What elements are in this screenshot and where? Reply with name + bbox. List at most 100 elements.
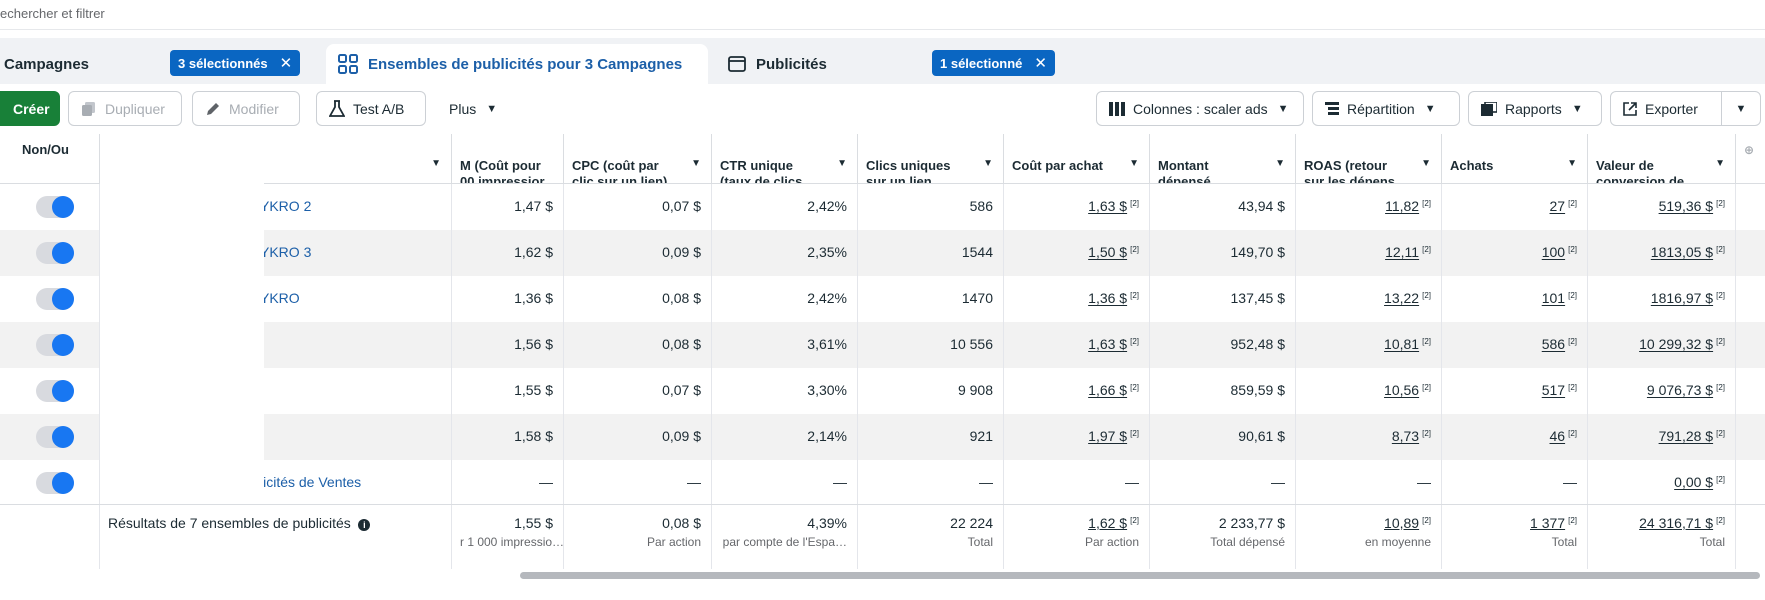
cpa-value[interactable]: 1,63 $ — [1088, 198, 1127, 214]
col-header-spent[interactable]: Montant dépensé ▼ — [1150, 134, 1296, 184]
footnote-mark: [2] — [1130, 291, 1139, 300]
on-off-toggle[interactable] — [36, 426, 74, 448]
value-value[interactable]: 0,00 $ — [1674, 474, 1713, 490]
horizontal-scrollbar[interactable] — [520, 572, 1760, 579]
value-value[interactable]: 9 076,73 $ — [1647, 382, 1713, 398]
totals-empty-cell — [0, 505, 100, 569]
col-header-cpa[interactable]: Coût par achat ▼ — [1004, 134, 1150, 184]
totals-cpc-value: 0,08 $ — [662, 515, 701, 531]
footnote-mark: [2] — [1568, 291, 1577, 300]
on-off-toggle[interactable] — [36, 334, 74, 356]
cell-cpm: 1,62 $ — [452, 230, 564, 276]
edit-button[interactable]: Modifier — [192, 91, 300, 126]
cell-spent: 43,94 $ — [1150, 184, 1296, 230]
col-header-ctr-label: CTR unique (taux de clics… — [720, 158, 816, 184]
add-circle-icon: ⊕ — [1744, 143, 1755, 157]
roas-value[interactable]: 12,11 — [1385, 244, 1419, 260]
purchases-value[interactable]: 100 — [1542, 244, 1565, 260]
totals-roas-value[interactable]: 10,89 — [1384, 515, 1419, 531]
add-column-button[interactable]: ⊕ — [1736, 134, 1765, 184]
purchases-value[interactable]: 517 — [1542, 382, 1565, 398]
col-header-clicks[interactable]: Clics uniques sur un lien ▼ — [858, 134, 1004, 184]
info-icon[interactable]: i — [358, 519, 371, 531]
col-header-spent-label: Montant dépensé — [1158, 158, 1211, 184]
adset-name[interactable]: licités de Ventes — [260, 474, 361, 490]
table-row[interactable]: 1,58 $0,09 $2,14% 921 1,97 $ [2] 90,61 $8,73… — [0, 414, 1765, 460]
cpa-value[interactable]: 1,66 $ — [1088, 382, 1127, 398]
table-row[interactable]: YKRO 1,36 $0,08 $2,42% 1470 1,36 $ [2] 137,45… — [0, 276, 1765, 322]
adset-name[interactable]: YKRO 2 — [260, 198, 311, 214]
table-row[interactable]: YKRO 3 1,62 $0,09 $2,35% 1544 1,50 $ [2] 149,… — [0, 230, 1765, 276]
redaction-block — [100, 126, 264, 500]
tab-adsets[interactable]: Ensembles de publicités pour 3 Campagnes — [326, 44, 708, 84]
roas-value[interactable]: 10,81 — [1384, 336, 1419, 352]
search-bar[interactable]: echercher et filtrer — [0, 0, 1765, 30]
roas-value[interactable]: 8,73 — [1392, 428, 1419, 444]
value-value[interactable]: 791,28 $ — [1659, 428, 1714, 444]
value-value[interactable]: 519,36 $ — [1659, 198, 1714, 214]
export-menu-button[interactable]: ▼ — [1721, 91, 1761, 126]
table-row[interactable]: 1,56 $0,08 $3,61% 10 556 1,63 $ [2] 952,48 $… — [0, 322, 1765, 368]
toggle-cell — [0, 276, 100, 322]
totals-purchases-value[interactable]: 1 377 — [1530, 515, 1565, 531]
table-row[interactable]: YKRO 2 1,47 $0,07 $2,42% 586 1,63 $ [2] 43,94… — [0, 184, 1765, 230]
on-off-toggle[interactable] — [36, 242, 74, 264]
cpa-value[interactable]: 1,63 $ — [1088, 336, 1127, 352]
close-icon[interactable]: ✕ — [280, 54, 293, 72]
totals-value-value[interactable]: 24 316,71 $ — [1639, 515, 1713, 531]
caret-down-icon: ▼ — [1129, 158, 1139, 169]
create-button[interactable]: Créer — [0, 91, 60, 126]
cell-roas: 13,22 [2] — [1296, 276, 1442, 322]
col-header-cpc[interactable]: CPC (coût par clic sur un lien) ▼ — [564, 134, 712, 184]
purchases-value[interactable]: 586 — [1542, 336, 1565, 352]
roas-value[interactable]: 11,82 — [1385, 198, 1419, 214]
duplicate-button[interactable]: Dupliquer — [68, 91, 182, 126]
footnote-mark: [2] — [1716, 475, 1725, 484]
toggle-cell — [0, 230, 100, 276]
col-header-onoff[interactable]: Non/Ou — [0, 134, 100, 184]
cell-cpa: 1,97 $ [2] — [1004, 414, 1150, 460]
value-value[interactable]: 1813,05 $ — [1651, 244, 1713, 260]
col-header-value[interactable]: Valeur de conversion de… ▼ — [1588, 134, 1736, 184]
cell-cpc: — — [564, 460, 712, 506]
export-button[interactable]: Exporter — [1610, 91, 1722, 126]
toggle-knob — [52, 380, 74, 402]
ads-selected-chip[interactable]: 1 sélectionné ✕ — [932, 50, 1055, 76]
search-input[interactable]: echercher et filtrer — [0, 6, 105, 21]
purchases-value[interactable]: 101 — [1542, 290, 1565, 306]
roas-value[interactable]: 13,22 — [1384, 290, 1419, 306]
purchases-value[interactable]: 27 — [1550, 198, 1566, 214]
col-header-purchases[interactable]: Achats ▼ — [1442, 134, 1588, 184]
breakdown-button[interactable]: Répartition ▼ — [1312, 91, 1460, 126]
ab-test-button[interactable]: Test A/B — [316, 91, 426, 126]
roas-value[interactable]: 10,56 — [1384, 382, 1419, 398]
more-button[interactable]: Plus ▼ — [436, 91, 516, 126]
table-row[interactable]: licités de Ventes — — — — — — — — 0,00 $ [2] — [0, 460, 1765, 506]
on-off-toggle[interactable] — [36, 472, 74, 494]
cpa-value[interactable]: 1,50 $ — [1088, 244, 1127, 260]
cpa-value[interactable]: 1,97 $ — [1088, 428, 1127, 444]
value-value[interactable]: 10 299,32 $ — [1639, 336, 1713, 352]
col-header-roas[interactable]: ROAS (retour sur les dépens… ▼ — [1296, 134, 1442, 184]
on-off-toggle[interactable] — [36, 288, 74, 310]
cpa-value[interactable]: 1,36 $ — [1088, 290, 1127, 306]
columns-button[interactable]: Colonnes : scaler ads ▼ — [1096, 91, 1304, 126]
cell-clicks: 1544 — [858, 230, 1004, 276]
campaigns-selected-chip[interactable]: 3 sélectionnés ✕ — [170, 50, 301, 76]
cell-purchases: 100 [2] — [1442, 230, 1588, 276]
table-row[interactable]: 1,55 $0,07 $3,30% 9 908 1,66 $ [2] 859,59 $1… — [0, 368, 1765, 414]
cell-ctr: 2,14% — [712, 414, 858, 460]
col-header-cpc-label: CPC (coût par clic sur un lien) — [572, 158, 668, 184]
close-icon[interactable]: ✕ — [1034, 54, 1047, 72]
value-value[interactable]: 1816,97 $ — [1651, 290, 1713, 306]
on-off-toggle[interactable] — [36, 196, 74, 218]
export-icon — [1623, 101, 1637, 116]
adset-name[interactable]: YKRO — [260, 290, 300, 306]
totals-cpa-value[interactable]: 1,62 $ — [1088, 515, 1127, 531]
col-header-ctr[interactable]: CTR unique (taux de clics… ▼ — [712, 134, 858, 184]
col-header-cpm[interactable]: M (Coût pour 00 impressior — [452, 134, 564, 184]
reports-button[interactable]: Rapports ▼ — [1468, 91, 1602, 126]
on-off-toggle[interactable] — [36, 380, 74, 402]
purchases-value[interactable]: 46 — [1550, 428, 1566, 444]
adset-name[interactable]: YKRO 3 — [260, 244, 311, 260]
